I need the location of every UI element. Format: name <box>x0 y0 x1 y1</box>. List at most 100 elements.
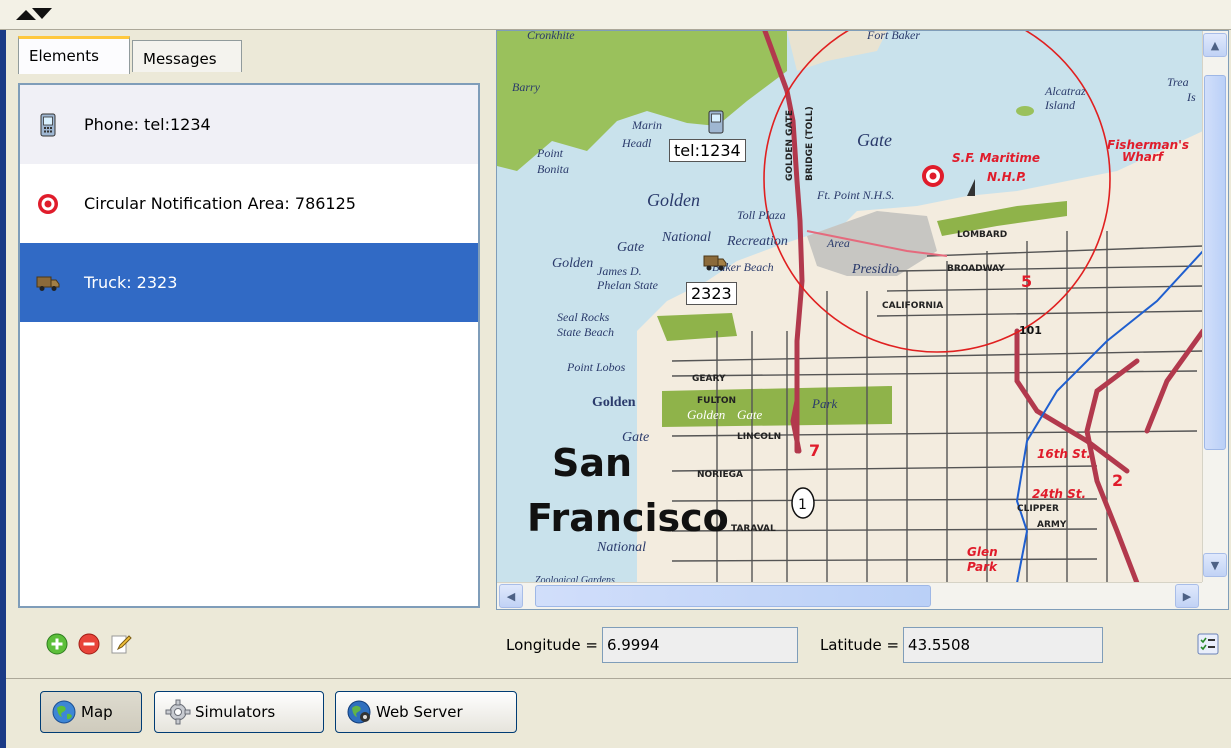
map-label: 24th St. <box>1032 487 1086 501</box>
map-label: Barry <box>512 80 541 94</box>
vertical-scroll-thumb[interactable] <box>1204 75 1226 450</box>
map-label: National <box>596 540 646 555</box>
map-city-label: Francisco <box>527 496 729 540</box>
map-horizontal-scrollbar[interactable]: ◀ ▶ <box>497 582 1203 609</box>
map-label: BRIDGE (TOLL) <box>805 106 815 181</box>
scroll-right-button[interactable]: ▶ <box>1175 584 1199 608</box>
map-button[interactable]: Map <box>40 691 142 733</box>
longitude-label: Longitude = <box>506 636 598 654</box>
map-label: Gate <box>737 407 763 422</box>
list-item-truck[interactable]: Truck: 2323 <box>20 243 478 322</box>
map-label: Phelan State <box>596 278 659 292</box>
map-label: Trea <box>1167 75 1189 89</box>
map-label: LINCOLN <box>737 432 781 442</box>
scroll-corner <box>1202 582 1228 609</box>
truck-icon <box>36 271 60 295</box>
notification-target-icon[interactable] <box>922 165 944 187</box>
elements-panel: Elements Messages Phone: tel:1234 Circul… <box>8 32 490 682</box>
map-vertical-scrollbar[interactable]: ▲ ▼ <box>1202 31 1228 583</box>
map-label: CLIPPER <box>1017 504 1059 514</box>
map-label: Toll Plaza <box>737 208 786 222</box>
map-label: Recreation <box>726 234 788 249</box>
map-label: Golden <box>647 190 700 210</box>
map-label: Golden <box>687 407 725 422</box>
map-label: Wharf <box>1122 150 1165 164</box>
map-label: Point Lobos <box>566 360 626 374</box>
truck-marker-label: 2323 <box>686 282 737 305</box>
map-label: FULTON <box>697 396 736 406</box>
map-label: Seal Rocks <box>557 310 610 324</box>
map-label: James D. <box>597 264 642 278</box>
latitude-label: Latitude = <box>819 636 900 654</box>
map-viewport[interactable]: Cronkhite Barry Marin Headl Point Bonita… <box>496 30 1229 610</box>
map-label: Point <box>536 146 564 160</box>
map-label: LOMBARD <box>957 230 1007 240</box>
elements-list: Phone: tel:1234 Circular Notification Ar… <box>18 83 480 608</box>
phone-marker-icon[interactable] <box>708 110 724 134</box>
map-label: Fort Baker <box>866 31 920 42</box>
phone-marker-label: tel:1234 <box>669 139 746 162</box>
web-globe-icon <box>347 700 371 724</box>
phone-icon <box>36 113 60 137</box>
list-item-notification-area[interactable]: Circular Notification Area: 786125 <box>20 164 478 243</box>
latitude-field[interactable]: 43.5508 <box>903 627 1104 663</box>
simulators-button-label: Simulators <box>195 703 276 721</box>
map-label: Island <box>1044 98 1076 112</box>
map-canvas[interactable]: Cronkhite Barry Marin Headl Point Bonita… <box>497 31 1203 583</box>
longitude-field[interactable]: 6.9994 <box>601 627 798 663</box>
map-label: Golden <box>592 395 636 410</box>
map-label: Headl <box>621 136 652 150</box>
map-label: National <box>661 230 711 245</box>
pencil-icon[interactable] <box>110 633 132 655</box>
list-item-label: Circular Notification Area: 786125 <box>84 194 356 213</box>
list-item-label: Truck: 2323 <box>84 273 178 292</box>
split-arrows-icon[interactable] <box>14 6 54 22</box>
map-label: Cronkhite <box>527 31 575 42</box>
globe-icon <box>52 700 76 724</box>
map-label: BROADWAY <box>947 264 1005 274</box>
tab-elements[interactable]: Elements <box>18 36 130 74</box>
map-label: Alcatraz <box>1044 84 1086 98</box>
elements-toolbar <box>18 616 480 671</box>
target-icon <box>36 192 60 216</box>
map-label: ARMY <box>1037 520 1067 530</box>
map-label: Gate <box>857 130 892 150</box>
horizontal-scroll-thumb[interactable] <box>535 585 931 607</box>
map-label: CALIFORNIA <box>882 301 943 311</box>
map-label: NORIEGA <box>697 470 743 480</box>
scroll-left-button[interactable]: ◀ <box>499 584 523 608</box>
map-label: 101 <box>1019 324 1042 337</box>
remove-icon[interactable] <box>78 633 100 655</box>
scroll-up-button[interactable]: ▲ <box>1203 33 1227 57</box>
map-label: N.H.P. <box>987 170 1026 184</box>
web-server-button-label: Web Server <box>376 703 463 721</box>
list-item-label: Phone: tel:1234 <box>84 115 211 134</box>
map-label: S.F. Maritime <box>952 151 1040 165</box>
map-label: GOLDEN GATE <box>785 110 795 181</box>
map-label: TARAVAL <box>731 524 776 534</box>
map-label: 16th St. <box>1037 447 1091 461</box>
list-item-phone[interactable]: Phone: tel:1234 <box>20 85 478 164</box>
map-city-label: San <box>552 441 632 485</box>
tab-messages[interactable]: Messages <box>132 40 242 72</box>
checklist-icon[interactable] <box>1197 633 1219 655</box>
web-server-button[interactable]: Web Server <box>335 691 517 733</box>
map-label: Bonita <box>537 162 569 176</box>
map-label: Marin <box>631 118 662 132</box>
map-label: Gate <box>617 240 644 255</box>
map-label: 7 <box>809 441 820 460</box>
map-label: Park <box>811 396 838 411</box>
map-label: Golden <box>552 256 593 271</box>
map-label: Presidio <box>851 262 899 277</box>
map-label: 2 <box>1112 471 1123 490</box>
scroll-down-button[interactable]: ▼ <box>1203 553 1227 577</box>
simulators-button[interactable]: Simulators <box>154 691 324 733</box>
map-label: GEARY <box>692 374 726 384</box>
map-label: Park <box>967 560 998 574</box>
map-button-label: Map <box>81 703 113 721</box>
map-label: State Beach <box>557 325 614 339</box>
add-icon[interactable] <box>46 633 68 655</box>
gear-icon <box>165 699 191 725</box>
map-label: 1 <box>798 497 807 513</box>
map-label: 5 <box>1021 272 1032 291</box>
